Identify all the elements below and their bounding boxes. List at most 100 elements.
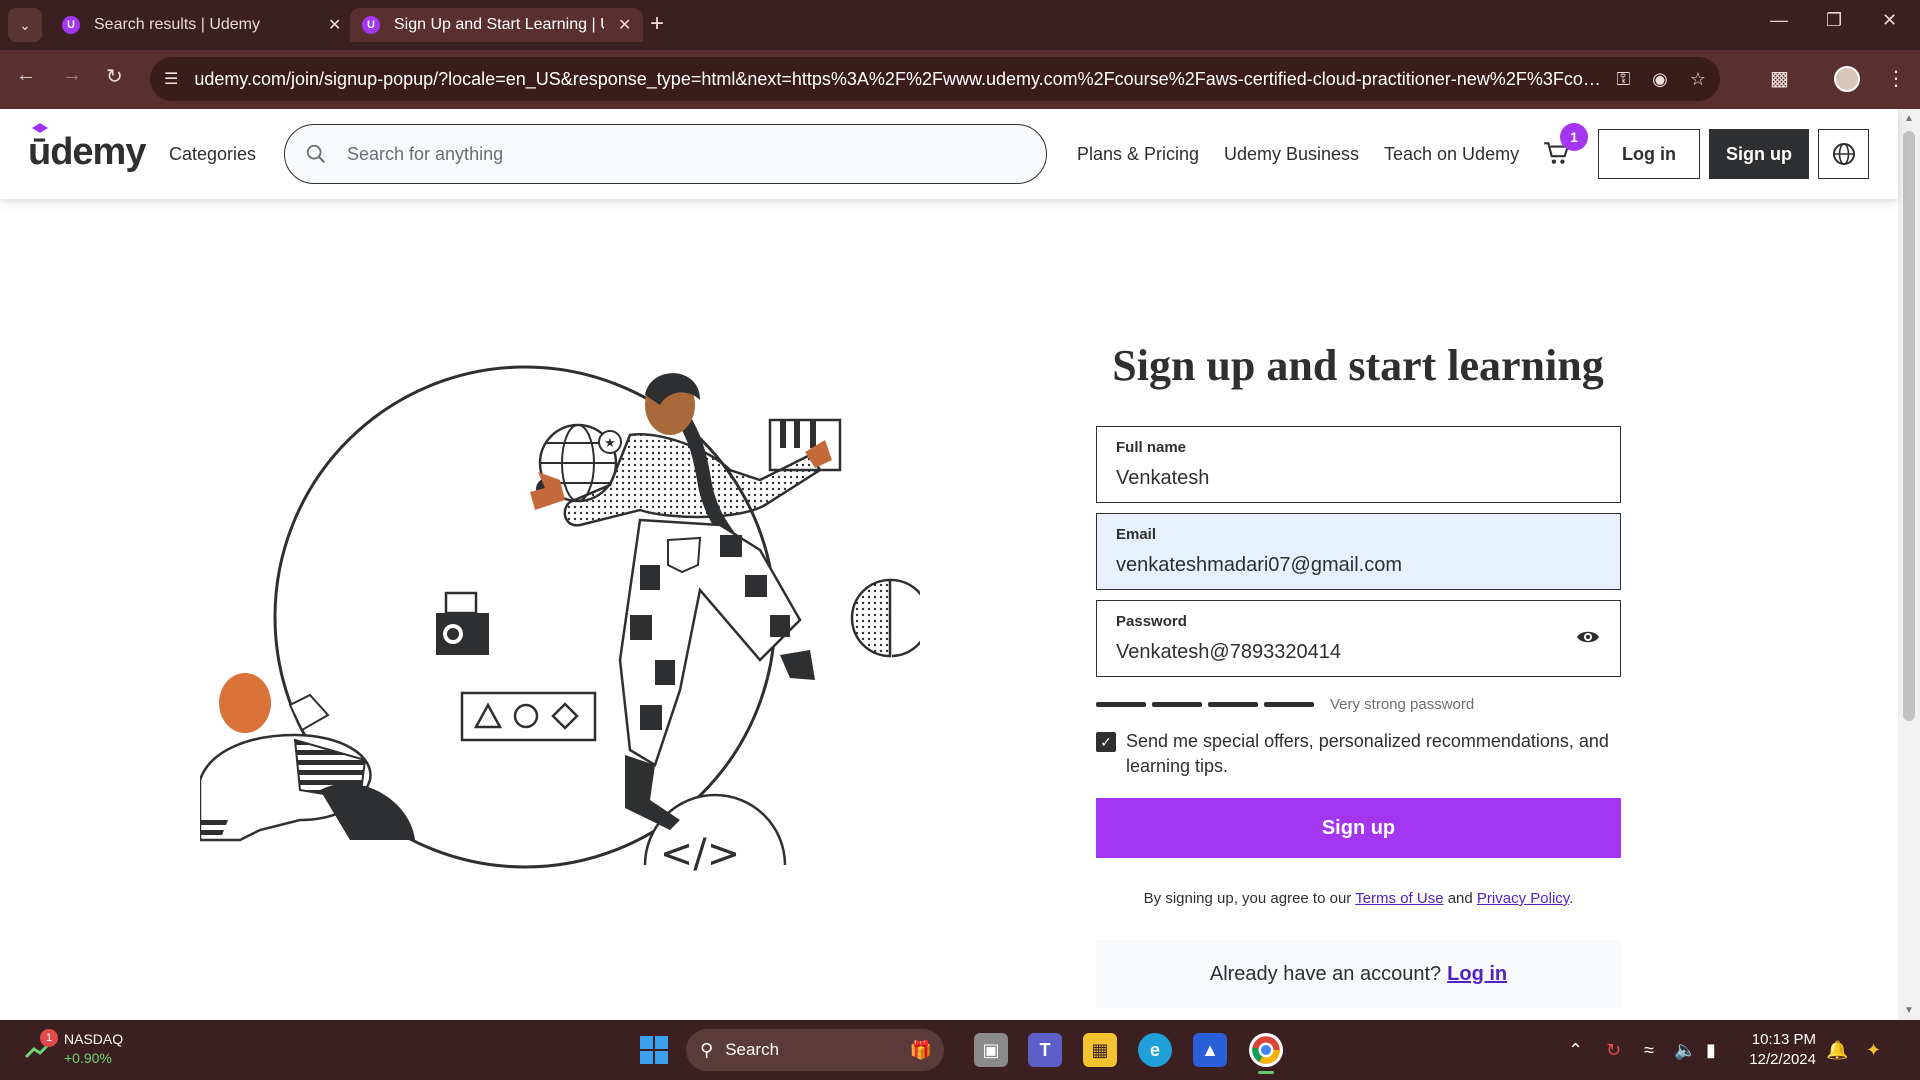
close-window-icon[interactable]: ✕: [1882, 10, 1897, 31]
browser-tab-signup[interactable]: U Sign Up and Start Learning | Udemy ✕: [350, 8, 644, 42]
udemy-favicon-icon: U: [362, 16, 380, 34]
scroll-up-icon[interactable]: ▲: [1904, 113, 1914, 124]
signup-button[interactable]: Sign up: [1096, 798, 1621, 858]
tab-search-button[interactable]: ⌄: [8, 8, 42, 42]
search-icon: [306, 144, 325, 163]
categories-link[interactable]: Categories: [169, 144, 256, 165]
volume-icon[interactable]: 🔈: [1674, 1040, 1696, 1061]
code-drawing: </>: [643, 793, 787, 877]
chrome-logo-icon: [1252, 1036, 1280, 1064]
address-bar[interactable]: ☰ udemy.com/join/signup-popup/?locale=en…: [150, 57, 1720, 101]
terms-suffix: .: [1569, 890, 1574, 907]
password-strength-text: Very strong password: [1330, 696, 1475, 713]
copilot-icon[interactable]: ✦: [1866, 1040, 1881, 1061]
shapes-box-drawing: [460, 691, 597, 742]
search-icon: ⚲: [700, 1039, 714, 1060]
stock-badge: 1: [40, 1029, 58, 1047]
strength-segment: [1096, 702, 1146, 707]
windows-taskbar: 1 NASDAQ +0.90%: [0, 1020, 1920, 1080]
battery-icon[interactable]: ▮: [1706, 1040, 1716, 1061]
strength-segment: [1152, 702, 1202, 707]
teach-on-udemy-link[interactable]: Teach on Udemy: [1384, 144, 1519, 165]
bookmark-star-icon[interactable]: ☆: [1690, 69, 1706, 90]
forward-icon[interactable]: →: [62, 64, 82, 87]
full-name-input[interactable]: [1116, 467, 1556, 490]
site-info-icon[interactable]: ☰: [164, 69, 178, 89]
windows-start-icon[interactable]: [640, 1036, 668, 1064]
password-label: Password: [1116, 613, 1187, 630]
extensions-icon[interactable]: ▩: [1770, 66, 1789, 91]
language-button[interactable]: [1818, 129, 1869, 179]
header-login-button[interactable]: Log in: [1598, 129, 1700, 179]
stock-widget[interactable]: 1 NASDAQ +0.90%: [24, 1029, 124, 1068]
password-input[interactable]: [1116, 641, 1556, 664]
search-input[interactable]: [347, 143, 947, 165]
minimize-icon[interactable]: —: [1770, 10, 1788, 31]
system-clock[interactable]: 10:13 PM 12/2/2024: [1740, 1030, 1816, 1070]
udemy-business-link[interactable]: Udemy Business: [1224, 144, 1359, 165]
header-signup-button[interactable]: Sign up: [1709, 129, 1809, 179]
pie-drawing: [850, 578, 920, 658]
login-prompt: Already have an account? Log in: [1096, 940, 1621, 1008]
stock-change: +0.90%: [64, 1050, 112, 1066]
email-label: Email: [1116, 526, 1157, 543]
logo-text: ūdemy: [28, 131, 146, 173]
eye-off-icon[interactable]: ◉: [1652, 69, 1668, 90]
full-name-label: Full name: [1116, 439, 1187, 456]
stock-name: NASDAQ: [64, 1031, 124, 1047]
svg-text:★: ★: [604, 435, 616, 450]
scroll-down-icon[interactable]: ▼: [1904, 1005, 1914, 1016]
more-menu-icon[interactable]: ⋮: [1886, 66, 1906, 91]
show-hidden-icons-icon[interactable]: ⌃: [1568, 1040, 1583, 1061]
back-icon[interactable]: ←: [16, 64, 36, 87]
restore-icon[interactable]: ❐: [1826, 10, 1842, 31]
teams-icon[interactable]: T: [1028, 1033, 1062, 1067]
terms-text: By signing up, you agree to our Terms of…: [1096, 890, 1621, 907]
already-have-account-text: Already have an account?: [1209, 962, 1442, 985]
search-highlight-icon: 🎁: [909, 1039, 932, 1060]
page-scrollbar[interactable]: ▲ ▼: [1898, 109, 1920, 1020]
file-explorer-icon[interactable]: ▦: [1083, 1033, 1117, 1067]
udemy-logo[interactable]: ūdemy: [28, 123, 146, 174]
search-bar[interactable]: [284, 124, 1047, 184]
task-view-icon[interactable]: ▣: [974, 1033, 1008, 1067]
profile-avatar[interactable]: [1834, 66, 1860, 92]
udemy-favicon-icon: U: [62, 16, 80, 34]
plans-pricing-link[interactable]: Plans & Pricing: [1077, 144, 1199, 165]
offers-checkbox-label[interactable]: Send me special offers, personalized rec…: [1126, 729, 1621, 779]
login-link[interactable]: Log in: [1447, 963, 1507, 986]
tab-title: Sign Up and Start Learning | Udemy: [394, 16, 604, 33]
privacy-policy-link[interactable]: Privacy Policy: [1477, 890, 1569, 907]
email-input[interactable]: [1116, 554, 1556, 577]
cart-count-badge: 1: [1560, 123, 1588, 151]
show-password-icon[interactable]: [1576, 629, 1600, 645]
email-field[interactable]: Email: [1096, 513, 1621, 590]
reload-icon[interactable]: ↻: [106, 64, 123, 89]
new-tab-icon[interactable]: +: [650, 10, 664, 38]
man-figure-drawing: [200, 673, 415, 842]
taskbar-search[interactable]: ⚲ Search 🎁: [686, 1029, 944, 1071]
terms-of-use-link[interactable]: Terms of Use: [1355, 890, 1443, 907]
password-field[interactable]: Password: [1096, 600, 1621, 677]
offers-checkbox[interactable]: ✓: [1096, 732, 1116, 752]
key-icon[interactable]: ⚿: [1616, 69, 1630, 90]
browser-tab-search-results[interactable]: U Search results | Udemy ✕: [50, 8, 353, 42]
page-title: Sign up and start learning: [1112, 341, 1604, 390]
app-icon[interactable]: ▲: [1193, 1033, 1227, 1067]
full-name-field[interactable]: Full name: [1096, 426, 1621, 503]
wifi-icon[interactable]: ≈: [1644, 1040, 1654, 1061]
notification-bell-icon[interactable]: 🔔: [1826, 1040, 1848, 1061]
clock-date: 12/2/2024: [1749, 1051, 1816, 1068]
scrollbar-thumb[interactable]: [1903, 131, 1915, 721]
svg-text:</>: </>: [660, 831, 741, 877]
taskbar-search-label: Search: [725, 1040, 780, 1059]
close-tab-icon[interactable]: ✕: [618, 15, 631, 35]
checkmark-icon: ✓: [1100, 733, 1112, 750]
close-tab-icon[interactable]: ✕: [328, 15, 341, 35]
edge-icon[interactable]: e: [1138, 1033, 1172, 1067]
globe-icon: [1832, 143, 1855, 165]
chrome-icon[interactable]: [1249, 1033, 1283, 1067]
site-header: ūdemy Categories Plans & Pricing Udemy B…: [0, 109, 1898, 199]
url-text[interactable]: udemy.com/join/signup-popup/?locale=en_U…: [194, 69, 1604, 90]
sync-icon[interactable]: ↻: [1606, 1040, 1621, 1061]
